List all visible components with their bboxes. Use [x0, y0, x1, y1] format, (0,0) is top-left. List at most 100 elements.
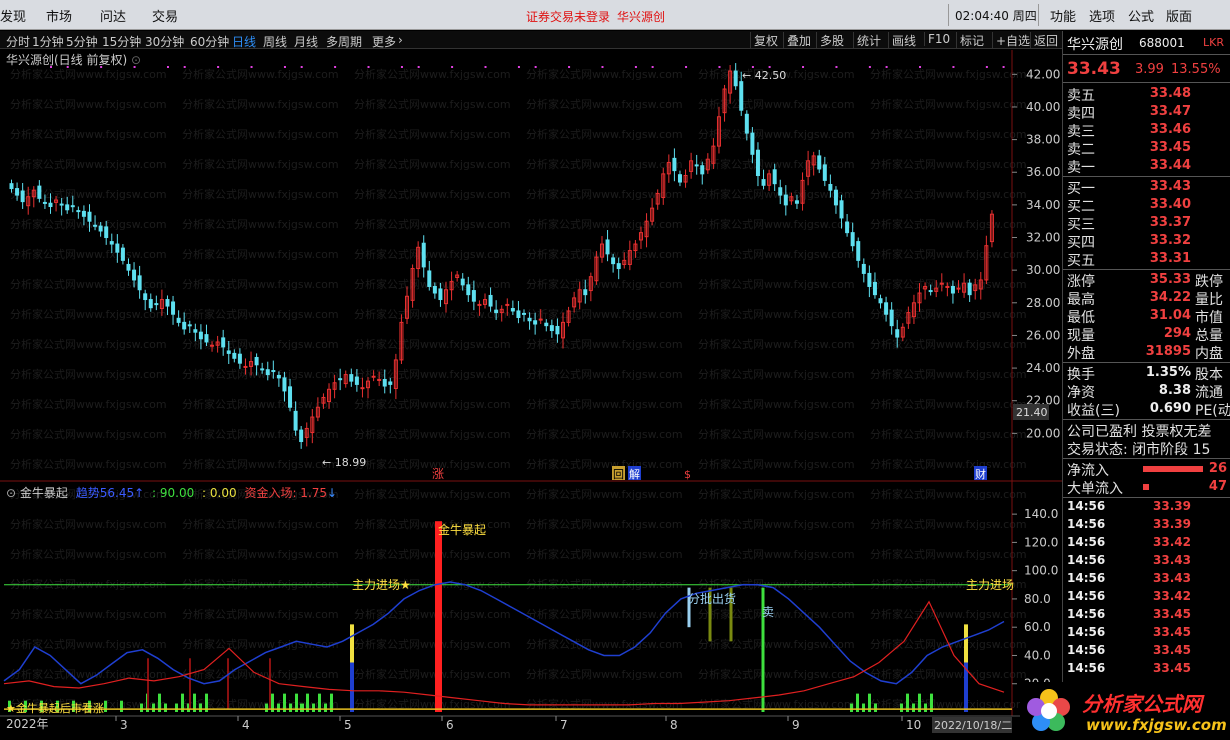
menu-options[interactable]: 选项 [1089, 6, 1115, 25]
tick-price: 33.45 [1153, 643, 1191, 657]
watermark-text: 分析家公式网www.fxjgsw.com [354, 247, 511, 261]
candle-body [93, 224, 98, 227]
candle-body [533, 320, 538, 325]
candle-body [839, 200, 844, 219]
signal-dot [868, 66, 871, 68]
settings-icon[interactable]: ⊙ [131, 53, 141, 67]
ind-tick-label: 120.0 [1024, 535, 1058, 549]
signal-dot [183, 66, 186, 68]
watermark-text: 分析家公式网www.fxjgsw.com [10, 157, 167, 171]
watermark-text: 分析家公式网www.fxjgsw.com [870, 667, 1027, 681]
watermark-text: 分析家公式网www.fxjgsw.com [10, 427, 167, 441]
event-jie-label: 解 [629, 467, 640, 481]
kline-chart[interactable]: 分析家公式网www.fxjgsw.com 分析家公式网www.fxjgsw.com… [0, 0, 1062, 740]
watermark-text: 分析家公式网www.fxjgsw.com [10, 277, 167, 291]
menu-layout[interactable]: 版面 [1166, 6, 1192, 25]
candle-body [778, 187, 783, 196]
candle-body [817, 155, 822, 170]
stat-right-label: 总量 [1195, 328, 1223, 344]
signal-dot [601, 66, 604, 68]
bull-bar [435, 521, 442, 712]
bid-label: 买三 [1067, 217, 1095, 233]
watermark-text: 分析家公式网www.fxjgsw.com [354, 307, 511, 321]
volume-bar [912, 703, 915, 712]
stat-value: 35.33 [1149, 272, 1191, 287]
event-zhang-label: 涨 [432, 466, 444, 481]
volume-bar [312, 703, 315, 712]
tick-price: 33.43 [1153, 553, 1191, 567]
watermark-text: 分析家公式网www.fxjgsw.com [354, 487, 511, 501]
volume-bar [862, 703, 865, 712]
volume-bar [924, 703, 927, 712]
tick-price: 33.45 [1153, 625, 1191, 639]
watermark-text: 分析家公式网www.fxjgsw.com [526, 607, 683, 621]
signal-dot [166, 66, 169, 68]
candle-body [538, 318, 543, 321]
candle-body [132, 269, 137, 281]
signal-bar-yellow [350, 624, 354, 663]
indicator-param-arrow: ↑ [134, 486, 145, 500]
watermark-text: 分析家公式网www.fxjgsw.com [182, 187, 339, 201]
indicator-param-label: 趋势 [75, 486, 100, 500]
watermark-text: 分析家公式网www.fxjgsw.com [698, 157, 855, 171]
price-tick-label: 24.00 [1026, 361, 1060, 375]
volume-bar [289, 703, 292, 712]
watermark-text: 分析家公式网www.fxjgsw.com [10, 607, 167, 621]
candle-body [672, 157, 677, 172]
watermark-text: 分析家公式网www.fxjgsw.com [354, 157, 511, 171]
ask-price: 33.45 [1149, 140, 1191, 155]
candle-body [783, 194, 788, 206]
price-tick-label: 30.00 [1026, 263, 1060, 277]
tick-time: 14:56 [1067, 607, 1106, 621]
watermark-text: 分析家公式网www.fxjgsw.com [10, 127, 167, 141]
candle-body [850, 232, 855, 247]
watermark-text: 分析家公式网www.fxjgsw.com [182, 67, 339, 81]
logo-flower-icon [1027, 689, 1070, 731]
candle-body [20, 190, 25, 203]
price-marker-label: 21.40 [1016, 406, 1048, 419]
candle-body [115, 243, 120, 253]
watermark-text: 分析家公式网www.fxjgsw.com [698, 607, 855, 621]
ask-label: 卖四 [1067, 106, 1095, 122]
signal-dot [484, 66, 487, 68]
volume-bar [164, 703, 167, 712]
signal-dot [417, 66, 420, 68]
menu-formula[interactable]: 公式 [1128, 6, 1154, 25]
watermark-text: 分析家公式网www.fxjgsw.com [354, 517, 511, 531]
watermark-text: 分析家公式网www.fxjgsw.com [698, 517, 855, 531]
stat-value: 0.690 [1149, 401, 1191, 416]
tick-price: 33.42 [1153, 589, 1191, 603]
tick-time: 14:56 [1067, 517, 1106, 531]
watermark-text: 分析家公式网www.fxjgsw.com [354, 337, 511, 351]
candle-body [349, 374, 354, 382]
watermark-text: 分析家公式网www.fxjgsw.com [870, 187, 1027, 201]
quote-header: 华兴源创 688001 LKR [1063, 31, 1230, 55]
month-label: 9 [792, 718, 800, 732]
watermark-text: 分析家公式网www.fxjgsw.com [526, 67, 683, 81]
candle-body [794, 200, 799, 204]
stat-label: 净资 [1067, 385, 1095, 401]
watermark-text: 分析家公式网www.fxjgsw.com [526, 307, 683, 321]
bid-price: 33.31 [1149, 251, 1191, 266]
tick-time: 14:56 [1067, 571, 1106, 585]
signal-dot [802, 66, 805, 68]
watermark-text: 分析家公式网www.fxjgsw.com [870, 457, 1027, 471]
candle-body [488, 294, 493, 307]
stat-label: 现量 [1067, 328, 1095, 344]
candle-body [148, 299, 153, 309]
stat-label: 外盘 [1067, 346, 1095, 362]
candle-body [171, 301, 176, 315]
signal-dot [651, 66, 654, 68]
watermark-text: 分析家公式网www.fxjgsw.com [698, 667, 855, 681]
watermark-text: 分析家公式网www.fxjgsw.com [354, 397, 511, 411]
candle-body [878, 298, 883, 304]
watermark-text: 分析家公式网www.fxjgsw.com [698, 487, 855, 501]
price-tick-label: 38.00 [1026, 133, 1060, 147]
volume-bar [324, 703, 327, 712]
quote-extra: LKR [1203, 36, 1224, 49]
volume-bar [175, 703, 178, 712]
candle-body [226, 350, 231, 354]
candle-body [237, 353, 242, 364]
indicator-settings-icon[interactable]: ⊙ [6, 486, 16, 500]
stat-right-label: 市值 [1195, 310, 1223, 326]
